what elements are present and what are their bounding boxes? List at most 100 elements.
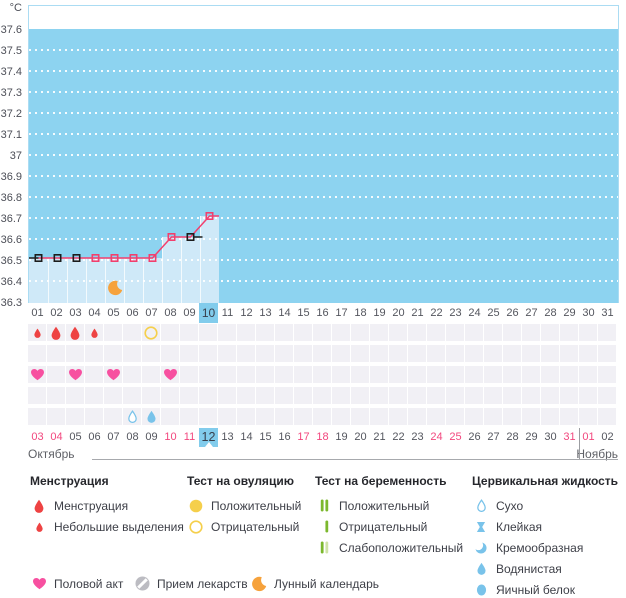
event-cell <box>332 345 350 362</box>
event-cell <box>199 408 217 425</box>
event-cell <box>294 324 312 341</box>
event-cell <box>180 324 198 341</box>
heart-pink-icon <box>68 369 82 381</box>
event-cell <box>598 324 616 341</box>
event-cell <box>237 345 255 362</box>
event-cell <box>560 345 578 362</box>
circle-yellow-outline-legend-icon <box>187 519 205 534</box>
event-cell <box>237 408 255 425</box>
cycle-day-label: 24 <box>468 307 481 319</box>
date-label: 31 <box>563 431 576 443</box>
event-cell <box>47 366 65 383</box>
legend-item: Кремообразная <box>472 539 583 556</box>
event-cell <box>408 387 426 404</box>
event-cell <box>313 324 331 341</box>
event-cell <box>332 366 350 383</box>
cycle-day-label: 12 <box>240 307 253 319</box>
event-cell <box>66 345 84 362</box>
event-cell <box>275 408 293 425</box>
y-axis-tick-label: 37.2 <box>0 108 22 120</box>
cycle-day-label: 25 <box>487 307 500 319</box>
event-cell <box>579 345 597 362</box>
event-cell <box>104 324 122 341</box>
event-cell <box>123 387 141 404</box>
event-cell <box>313 387 331 404</box>
legend-item-label: Сухо <box>496 498 524 513</box>
event-cell <box>446 324 464 341</box>
event-cell <box>218 324 236 341</box>
event-cell <box>522 387 540 404</box>
date-label: 26 <box>468 431 481 443</box>
date-label: 06 <box>88 431 101 443</box>
legend-item: Небольшие выделения <box>30 518 184 535</box>
event-cell <box>484 387 502 404</box>
event-cell <box>560 408 578 425</box>
cycle-day-label: 14 <box>278 307 291 319</box>
legend-item-label: Менструация <box>54 498 129 513</box>
drop-blue-icon <box>476 562 486 575</box>
date-label: 21 <box>373 431 386 443</box>
y-axis-tick-label: 36.3 <box>0 297 22 309</box>
cycle-day-label: 18 <box>354 307 367 319</box>
event-cell <box>484 345 502 362</box>
bars-green-double-icon <box>320 499 328 512</box>
event-row-pregnancy-test <box>28 345 617 362</box>
date-label: 25 <box>449 431 462 443</box>
y-axis-tick-label: 36.8 <box>0 192 22 204</box>
event-cell <box>142 366 160 383</box>
oval-blue-icon <box>476 584 486 595</box>
event-cell <box>351 387 369 404</box>
event-cell <box>199 387 217 404</box>
event-cell <box>484 324 502 341</box>
drop-red-icon <box>70 326 80 340</box>
event-cell <box>47 345 65 362</box>
event-cell <box>85 387 103 404</box>
month-label-october: Октябрь <box>28 447 75 461</box>
date-label: 18 <box>316 431 329 443</box>
event-cell <box>123 366 141 383</box>
drop-red-small-icon <box>33 328 41 338</box>
event-cell <box>237 387 255 404</box>
event-cell <box>503 387 521 404</box>
date-label-current: 12 <box>199 428 218 447</box>
hourglass-blue-icon <box>476 521 486 532</box>
event-cell <box>598 345 616 362</box>
date-label: 22 <box>392 431 405 443</box>
date-label: 09 <box>145 431 158 443</box>
cycle-day-label: 08 <box>164 307 177 319</box>
date-label: 29 <box>525 431 538 443</box>
date-label: 01 <box>582 431 595 443</box>
cycle-day-label: 17 <box>335 307 348 319</box>
temperature-plot-area <box>28 5 619 303</box>
date-label: 05 <box>69 431 82 443</box>
legend-header: Цервикальная жидкость <box>472 474 619 488</box>
event-cell <box>104 366 122 383</box>
event-cell <box>237 324 255 341</box>
cycle-day-label: 11 <box>221 307 234 319</box>
event-cell <box>351 345 369 362</box>
event-cell <box>579 366 597 383</box>
cycle-day-label: 21 <box>411 307 424 319</box>
drop-blue-icon <box>146 410 156 423</box>
legend-item: Положительный <box>315 497 429 514</box>
meds-gray-icon <box>135 576 149 591</box>
event-cell <box>427 345 445 362</box>
event-cell <box>370 408 388 425</box>
event-cell <box>256 324 274 341</box>
event-cell <box>275 366 293 383</box>
legend-item-label: Лунный календарь <box>274 576 380 591</box>
event-cell <box>85 345 103 362</box>
event-cell <box>313 366 331 383</box>
y-axis-tick-label: 36.5 <box>0 255 22 267</box>
cycle-day-label: 20 <box>392 307 405 319</box>
event-cell <box>598 387 616 404</box>
cycle-day-label: 15 <box>297 307 310 319</box>
event-cell <box>389 387 407 404</box>
legend-header: Тест на беременность <box>315 474 447 488</box>
event-cell <box>199 366 217 383</box>
event-cell <box>446 387 464 404</box>
event-cell <box>389 408 407 425</box>
y-axis-tick-label: 37.6 <box>0 24 22 36</box>
event-cell <box>313 345 331 362</box>
event-cell <box>408 324 426 341</box>
